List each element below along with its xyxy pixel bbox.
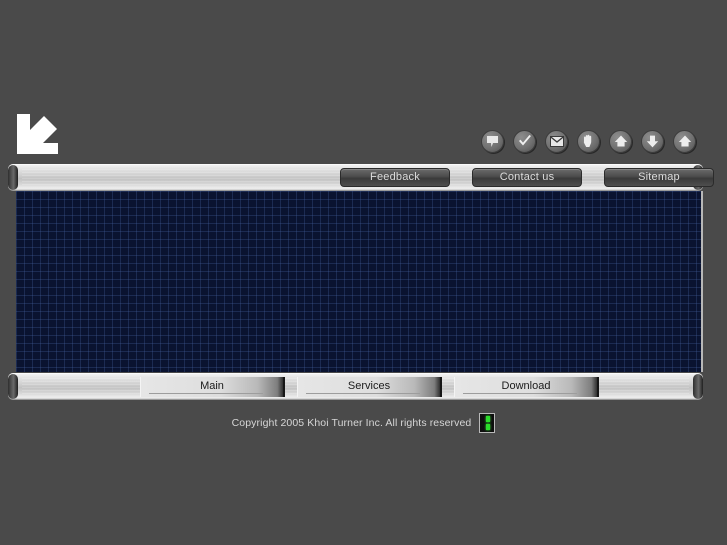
footer: Copyright 2005 Khoi Turner Inc. All righ…: [0, 413, 727, 433]
check-icon: [518, 134, 531, 145]
page-root: Feedback Contact us Sitemap Main Service…: [0, 0, 727, 545]
bottom-toolbar-right-cap: [693, 374, 703, 399]
nav-button-download[interactable]: Download: [454, 377, 599, 397]
copyright-text: Copyright 2005 Khoi Turner Inc. All righ…: [231, 417, 472, 429]
home-icon: [614, 135, 627, 147]
mail-icon-button[interactable]: [545, 129, 568, 153]
nav-button-main[interactable]: Main: [140, 377, 285, 397]
home-alt-icon-button[interactable]: [673, 129, 696, 153]
top-navigation: Feedback Contact us Sitemap: [340, 168, 714, 187]
nav-button-contact-us[interactable]: Contact us: [472, 168, 582, 187]
check-icon-button[interactable]: [513, 129, 536, 153]
main-content-panel[interactable]: [16, 191, 703, 372]
diagonal-arrow-icon: [17, 114, 58, 154]
hand-icon: [583, 134, 591, 147]
hand-icon-button[interactable]: [577, 129, 600, 153]
chat-bubble-icon: [487, 135, 498, 147]
down-arrow-icon-button[interactable]: [641, 129, 664, 153]
nav-button-services[interactable]: Services: [297, 377, 442, 397]
led-bar-top: [486, 416, 491, 422]
toolbar-left-cap: [8, 165, 18, 190]
home-alt-icon: [678, 135, 691, 147]
down-arrow-icon: [646, 135, 659, 147]
mail-icon: [549, 135, 564, 147]
diagonal-arrow-logo[interactable]: [17, 114, 61, 154]
nav-button-feedback[interactable]: Feedback: [340, 168, 450, 187]
chat-bubble-icon-button[interactable]: [481, 129, 504, 153]
led-bar-bottom: [486, 424, 491, 430]
green-led-indicator: [479, 413, 496, 433]
home-icon-button[interactable]: [609, 129, 632, 153]
icon-strip: [481, 129, 703, 153]
bottom-navigation: Main Services Download: [140, 377, 599, 397]
nav-button-sitemap[interactable]: Sitemap: [604, 168, 714, 187]
bottom-toolbar-left-cap: [8, 374, 18, 399]
